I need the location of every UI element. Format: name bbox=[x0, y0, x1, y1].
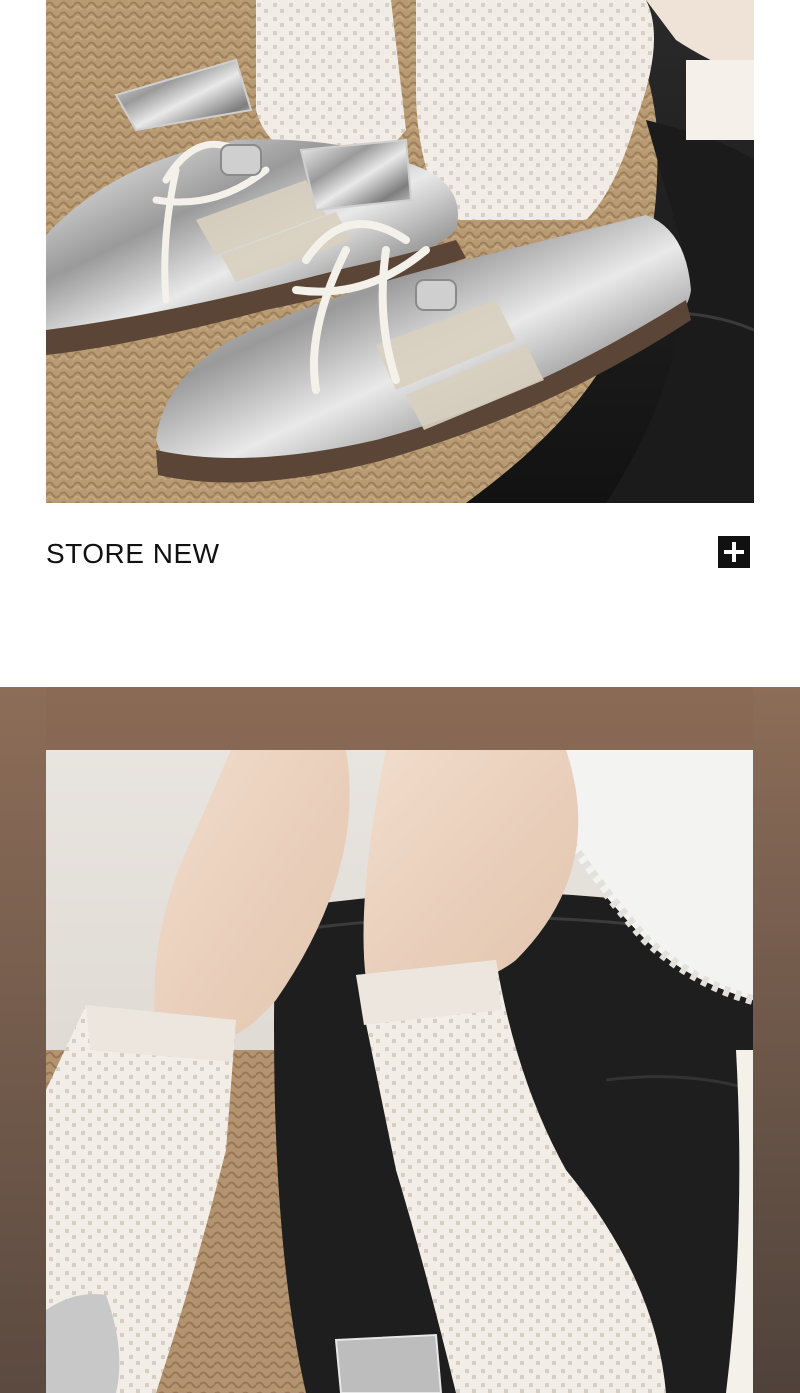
expand-button[interactable] bbox=[718, 536, 750, 568]
store-new-label: STORE NEW bbox=[46, 538, 220, 569]
product-photo-socks bbox=[46, 750, 753, 1393]
product-photo-sneakers bbox=[46, 0, 754, 503]
product-photo-section bbox=[0, 687, 800, 1393]
store-new-row: STORE NEW bbox=[46, 530, 752, 580]
product-page: STORE NEW bbox=[0, 0, 800, 1393]
